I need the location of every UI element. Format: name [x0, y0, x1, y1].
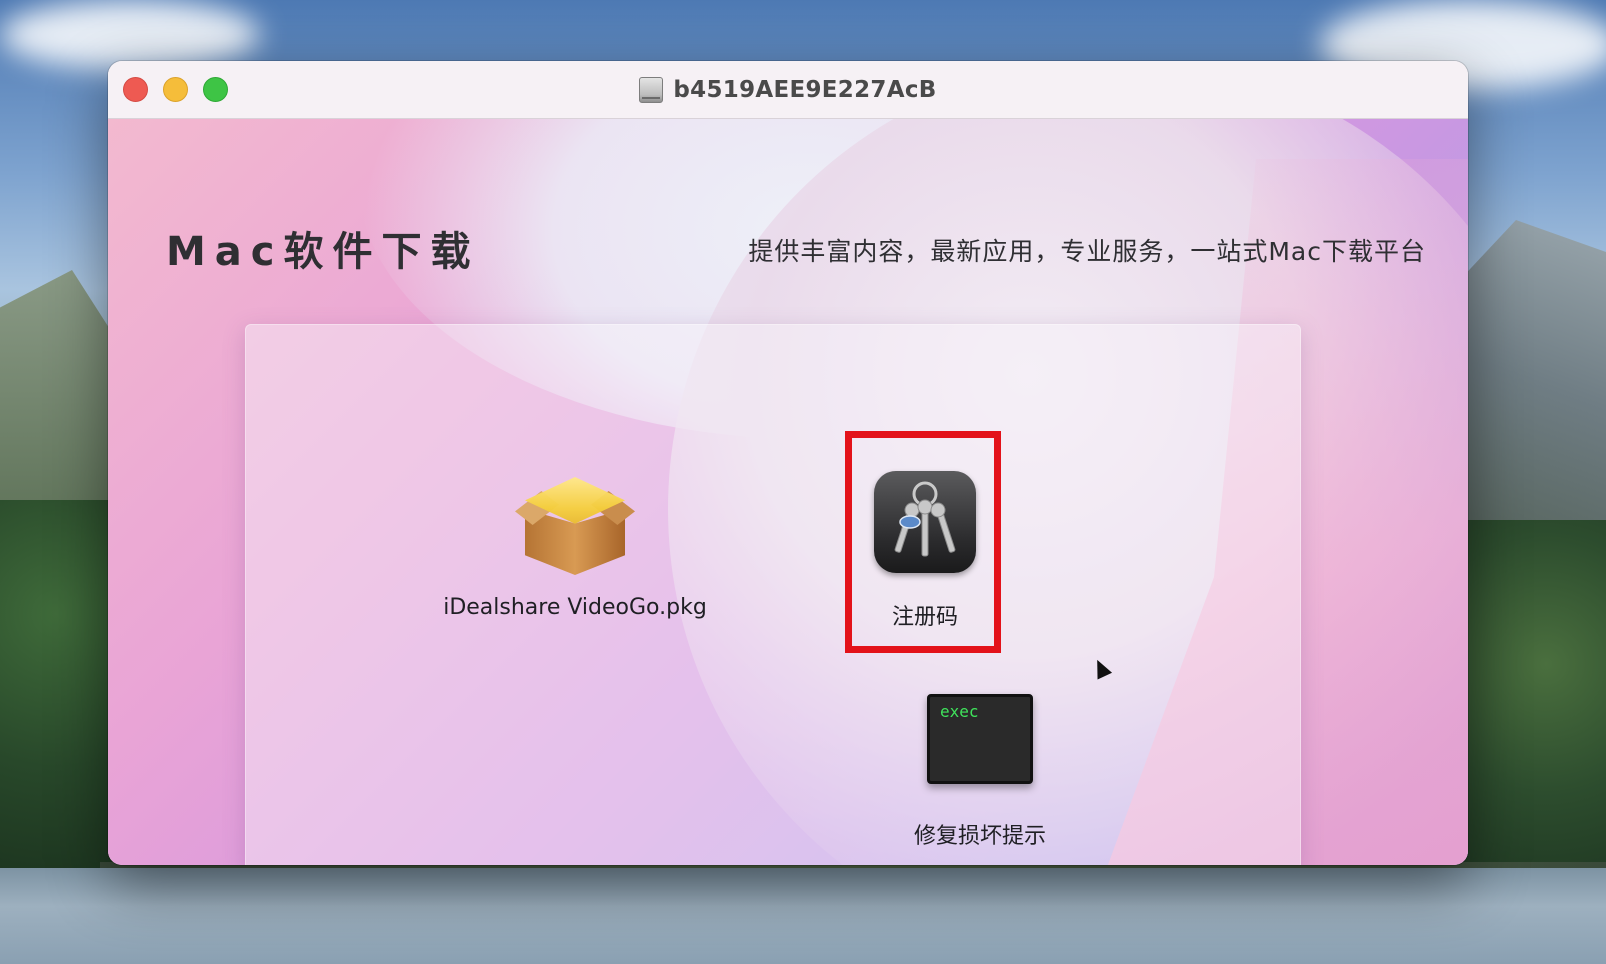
package-file-item[interactable]: iDealshare VideoGo.pkg [420, 469, 730, 620]
window-title: b4519AEE9E227AcB [673, 76, 937, 103]
package-icon [511, 469, 639, 589]
repair-script-item[interactable]: exec 修复损坏提示 [895, 694, 1065, 850]
registration-code-label: 注册码 [891, 605, 958, 630]
forest [1456, 520, 1606, 880]
cloud [0, 0, 260, 70]
window-background: Mac软件下载 提供丰富内容，最新应用，专业服务，一站式Mac下载平台 iDea… [108, 119, 1468, 865]
title-bar[interactable]: b4519AEE9E227AcB [108, 61, 1468, 119]
minimize-button[interactable] [163, 77, 188, 102]
exec-icon-text: exec [940, 702, 979, 721]
keychain-icon [874, 471, 976, 573]
close-button[interactable] [123, 77, 148, 102]
terminal-exec-icon: exec [927, 694, 1033, 784]
tagline: 提供丰富内容，最新应用，专业服务，一站式Mac下载平台 [748, 237, 1426, 266]
package-file-label: iDealshare VideoGo.pkg [443, 595, 707, 620]
finder-window[interactable]: b4519AEE9E227AcB Mac软件下载 提供丰富内容，最新应用，专业服… [108, 61, 1468, 865]
disk-image-icon [639, 76, 664, 103]
repair-script-label: 修复损坏提示 [913, 824, 1046, 849]
window-title-group: b4519AEE9E227AcB [639, 76, 937, 103]
brand-title: Mac软件下载 [166, 229, 480, 275]
zoom-button[interactable] [203, 77, 228, 102]
mountain [0, 270, 120, 520]
mountain [1456, 220, 1606, 540]
window-controls [123, 77, 228, 102]
registration-code-item[interactable]: 注册码 [845, 431, 1005, 631]
lake [0, 868, 1606, 964]
installer-panel: iDealshare VideoGo.pkg 注册码 exec 修复损坏提示 [245, 324, 1301, 865]
